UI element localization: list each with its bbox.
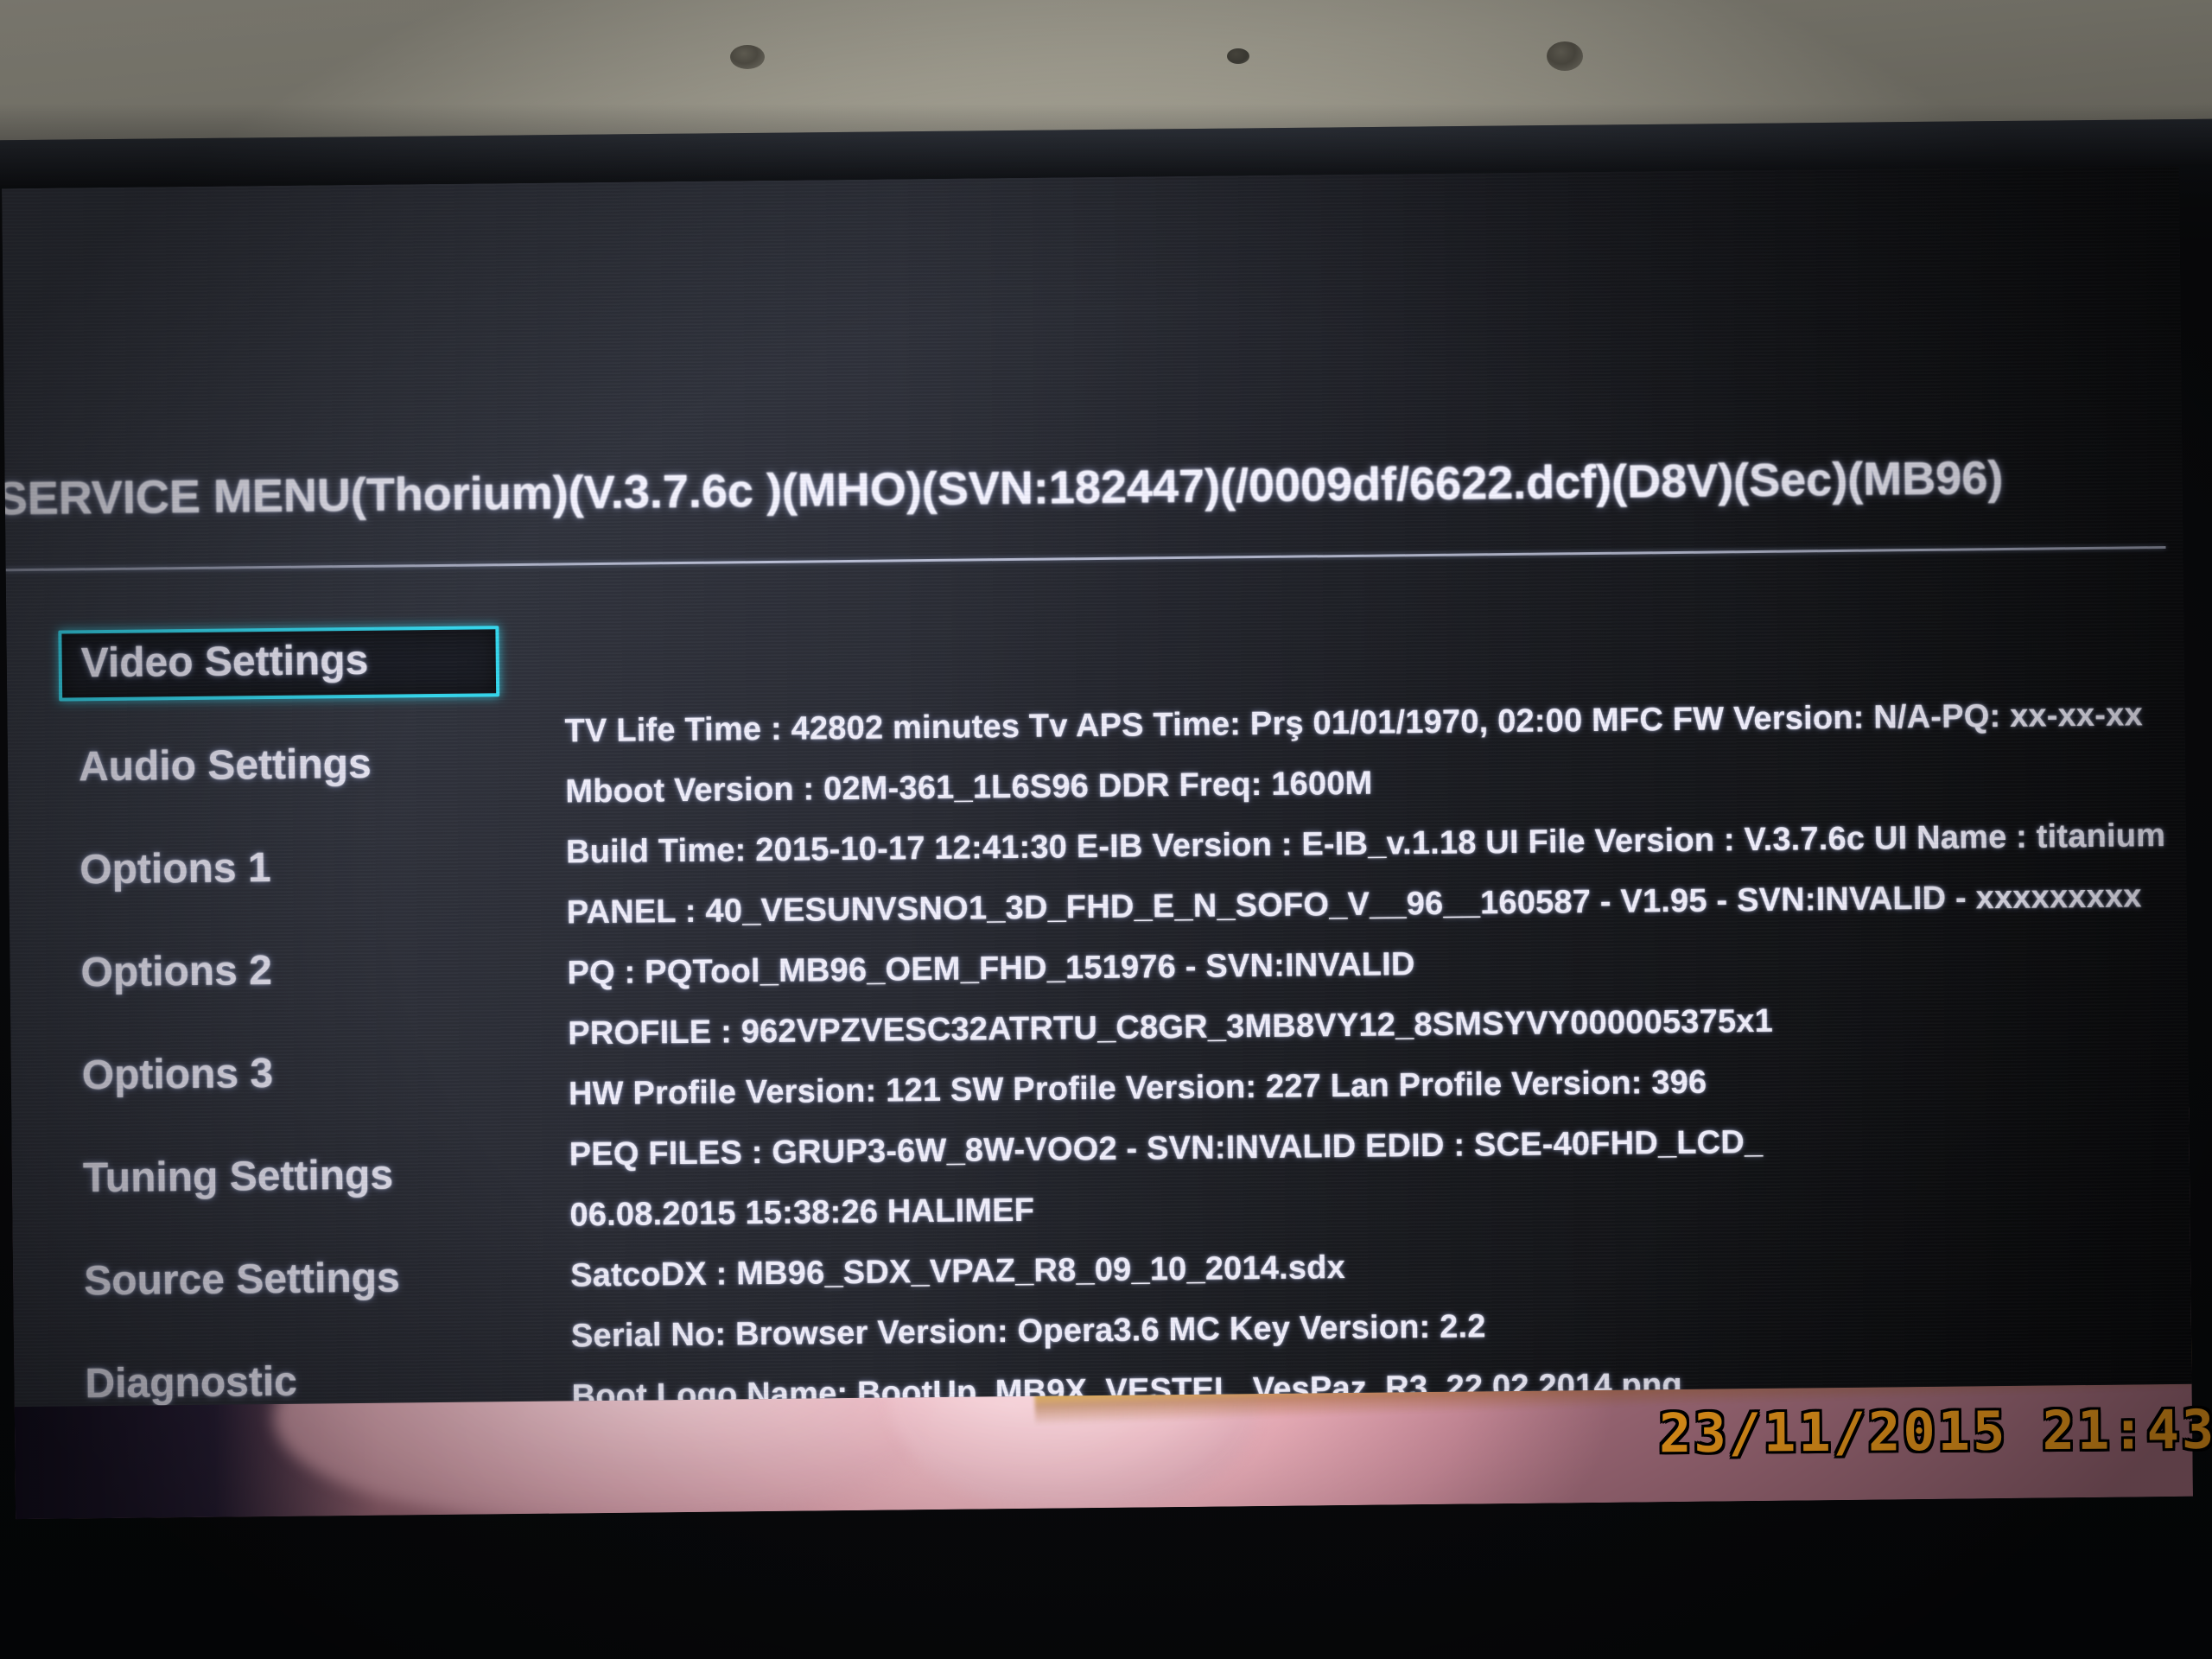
sidebar-menu[interactable]: Video Settings Audio Settings Options 1 Opt… (58, 626, 551, 1407)
sidebar-item-options-2[interactable]: Options 2 (61, 936, 546, 1007)
sidebar-item-tuning-settings[interactable]: Tuning Settings (64, 1141, 549, 1212)
camera-datestamp: 23/11/2015 21:43 (1658, 1397, 2212, 1465)
service-menu-osd: SERVICE MENU(Thorium)(V.3.7.6c )(MHO)(SV… (2, 165, 2192, 1408)
sidebar-item-options-1[interactable]: Options 1 (60, 833, 545, 904)
tv-panel: Güldür Güldür Show SERVICE MENU(Thorium)… (2, 165, 2193, 1520)
sidebar-item-options-3[interactable]: Options 3 (62, 1039, 547, 1109)
wall-mark-2 (1227, 48, 1249, 64)
wall-mark-3 (1547, 41, 1583, 71)
sidebar-item-source-settings[interactable]: Source Settings (65, 1244, 550, 1315)
sidebar-item-diagnostic[interactable]: Diagnostic (66, 1347, 550, 1407)
wall-mark-1 (730, 45, 765, 69)
sidebar-item-video-settings[interactable]: Video Settings (58, 626, 500, 702)
sidebar-item-audio-settings[interactable]: Audio Settings (60, 730, 544, 801)
info-panel: TV Life Time : 42802 minutes Tv APS Time… (564, 684, 2165, 1407)
photograph-of-tv-screen: Güldür Güldür Show SERVICE MENU(Thorium)… (0, 0, 2212, 1659)
